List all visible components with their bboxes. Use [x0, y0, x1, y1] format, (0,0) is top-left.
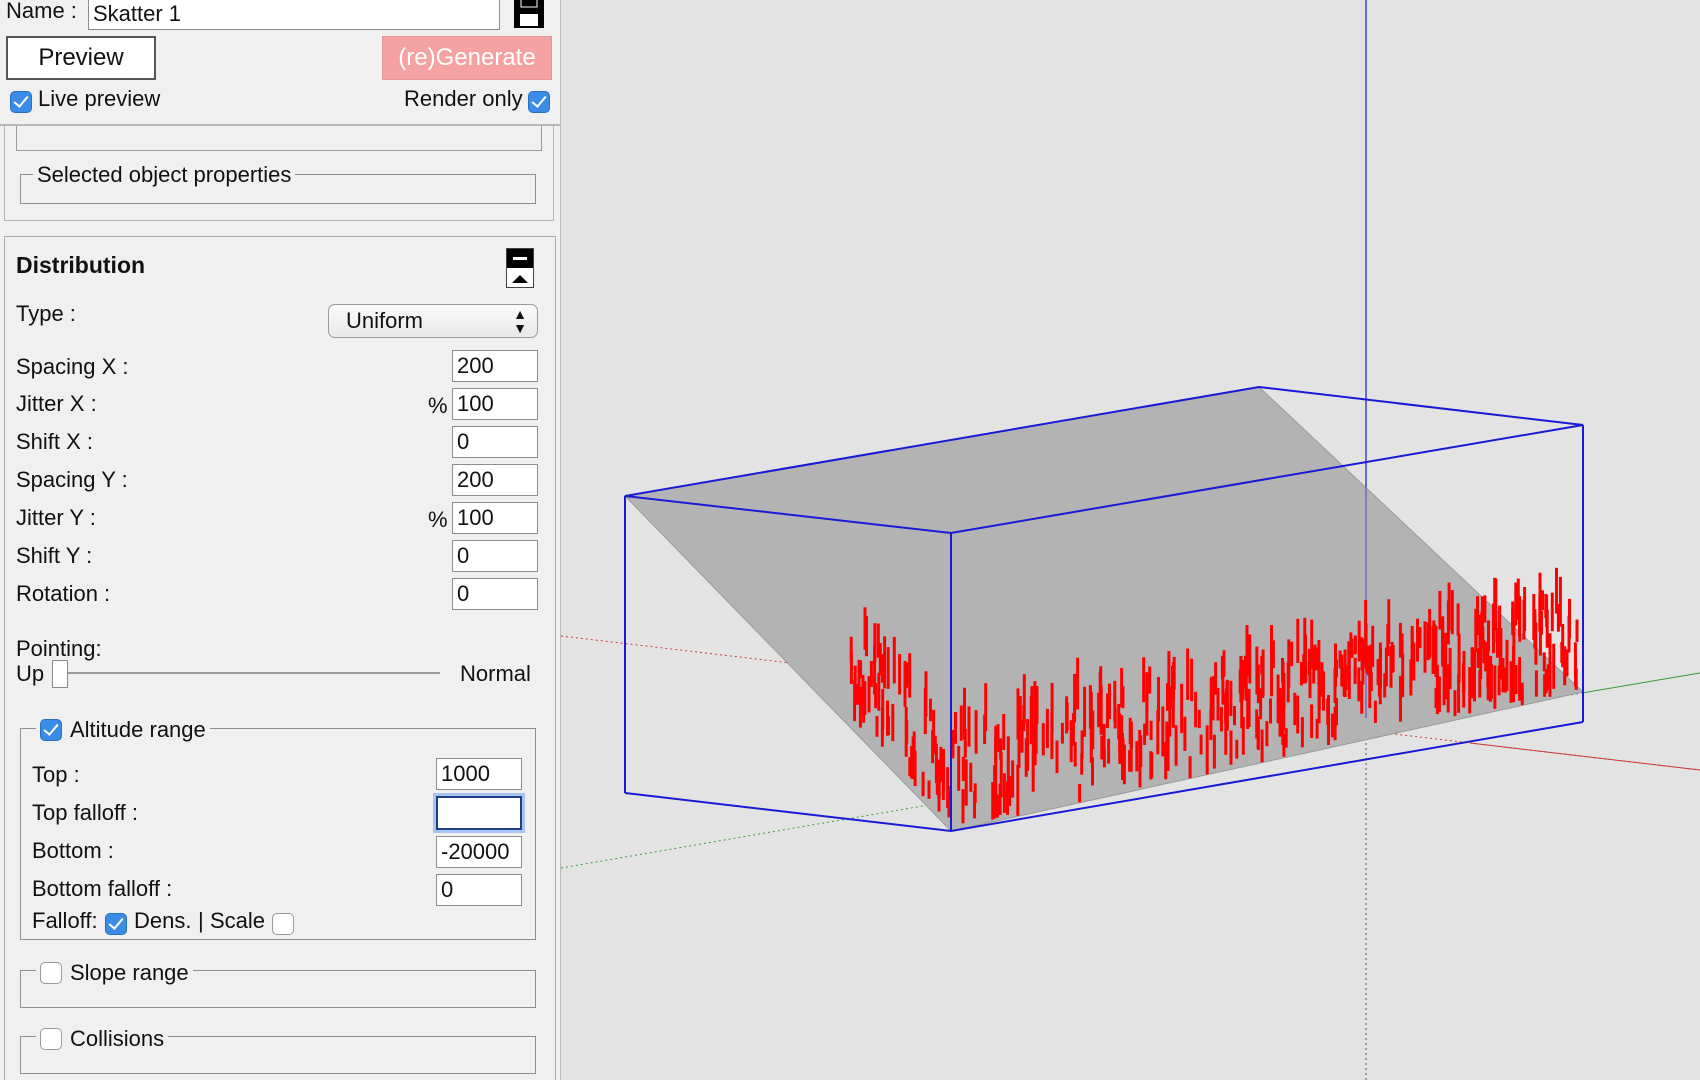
top-input[interactable]: 1000 [436, 758, 522, 790]
jitter-y-label: Jitter Y : [16, 505, 96, 530]
shift-y-input[interactable]: 0 [452, 540, 538, 572]
type-select[interactable]: Uniform ▲ ▼ [328, 304, 538, 338]
pointing-label: Pointing: [16, 636, 102, 661]
jitter-y-input[interactable]: 100 [452, 502, 538, 534]
live-preview-checkbox[interactable] [10, 91, 32, 113]
collisions-legend: Collisions [36, 1026, 169, 1052]
name-input[interactable]: Skatter 1 [88, 0, 500, 30]
spacing-y-label: Spacing Y : [16, 467, 128, 492]
bottom-label: Bottom : [32, 838, 114, 863]
skatter-panel: Name : Skatter 1 Preview (re)Generate Li… [0, 0, 561, 1080]
jitter-x-input[interactable]: 100 [452, 388, 538, 420]
top-label: Top : [32, 762, 80, 787]
type-select-value: Uniform [346, 308, 424, 333]
rotation-label: Rotation : [16, 581, 111, 606]
pointing-up-label: Up [16, 661, 45, 686]
red-axis [1469, 742, 1700, 771]
jitter-y-unit: % [428, 507, 448, 532]
spacing-y-input[interactable]: 200 [452, 464, 538, 496]
viewport-scene [561, 0, 1700, 1080]
shift-x-label: Shift X : [16, 429, 94, 454]
select-arrows-icon: ▲ ▼ [513, 306, 527, 336]
render-only-label: Render only [404, 86, 523, 111]
jitter-x-label: Jitter X : [16, 391, 97, 416]
collapse-icon[interactable] [506, 248, 534, 288]
altitude-range-checkbox[interactable] [40, 719, 62, 741]
top-falloff-input[interactable] [436, 796, 522, 830]
selected-object-properties-legend: Selected object properties [33, 162, 296, 188]
falloff-density-checkbox[interactable] [105, 913, 127, 935]
pointing-normal-label: Normal [460, 661, 531, 686]
regenerate-button[interactable]: (re)Generate [382, 36, 552, 80]
falloff-separator: | [198, 908, 204, 933]
jitter-x-unit: % [428, 393, 448, 418]
altitude-range-legend: Altitude range [36, 717, 210, 743]
slope-range-label: Slope range [70, 960, 189, 985]
pointing-slider-track[interactable] [58, 672, 440, 674]
altitude-range-label: Altitude range [70, 717, 206, 742]
spacing-x-label: Spacing X : [16, 354, 129, 379]
falloff-scale-label: Scale [210, 908, 266, 933]
preview-button[interactable]: Preview [6, 36, 156, 80]
bottom-falloff-label: Bottom falloff : [32, 876, 173, 901]
slope-range-legend: Slope range [36, 960, 193, 986]
shift-x-input[interactable]: 0 [452, 426, 538, 458]
pointing-slider-handle[interactable] [52, 660, 68, 688]
falloff-scale-checkbox[interactable] [272, 913, 294, 935]
green-axis [1581, 672, 1700, 694]
falloff-density-label: Dens. [134, 908, 192, 933]
top-falloff-label: Top falloff : [32, 800, 138, 825]
spacing-x-input[interactable]: 200 [452, 350, 538, 382]
rotation-input[interactable]: 0 [452, 578, 538, 610]
bottom-input[interactable]: -20000 [436, 836, 522, 868]
live-preview-label: Live preview [38, 86, 161, 111]
slope-range-checkbox[interactable] [40, 962, 62, 984]
bottom-falloff-input[interactable]: 0 [436, 874, 522, 906]
properties-field [16, 126, 542, 151]
render-only-checkbox[interactable] [528, 91, 550, 113]
falloff-label: Falloff: [32, 908, 98, 933]
shift-y-label: Shift Y : [16, 543, 93, 568]
floppy-disk-icon[interactable] [512, 0, 546, 30]
collisions-label: Collisions [70, 1026, 165, 1051]
collisions-checkbox[interactable] [40, 1028, 62, 1050]
name-label: Name : [6, 0, 77, 23]
3d-viewport[interactable] [561, 0, 1700, 1080]
distribution-title: Distribution [16, 252, 146, 278]
type-label: Type : [16, 301, 76, 326]
